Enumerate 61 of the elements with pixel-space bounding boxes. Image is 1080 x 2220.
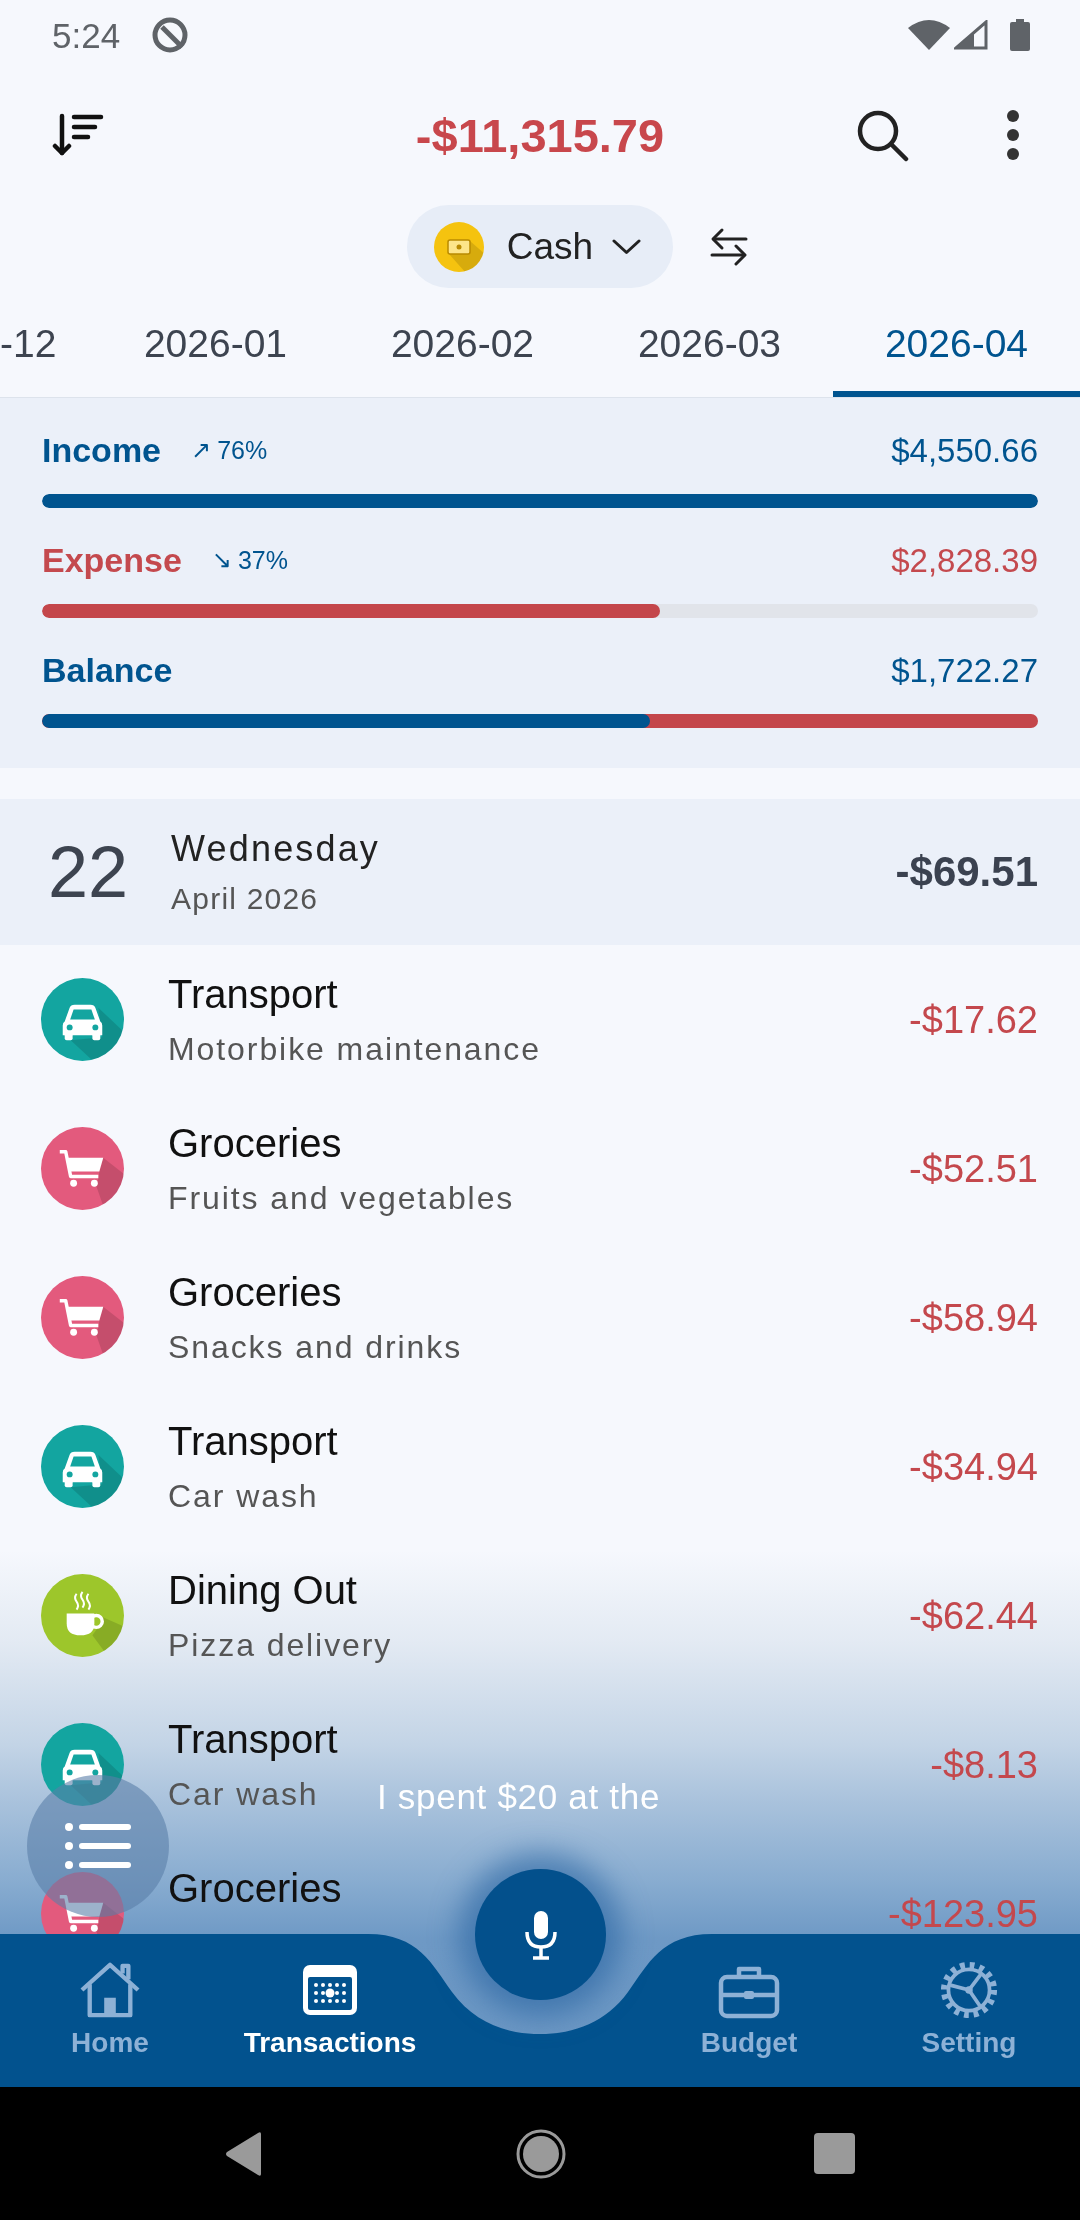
summary-amount: $2,828.39 bbox=[891, 543, 1038, 577]
wifi-icon bbox=[908, 20, 950, 50]
wallet-selector[interactable]: Cash bbox=[406, 205, 674, 288]
chevron-down-icon bbox=[612, 238, 642, 255]
search-icon[interactable] bbox=[856, 108, 909, 162]
month-tab[interactable]: -12 bbox=[0, 300, 92, 397]
summary-label: Expense bbox=[42, 543, 182, 577]
cash-icon bbox=[433, 221, 484, 272]
category-name: Groceries bbox=[168, 1120, 343, 1166]
transaction-amount: -$17.62 bbox=[909, 1000, 1038, 1039]
voice-transcript: I spent $20 at the bbox=[377, 1777, 661, 1817]
transaction-note: Pizza delivery bbox=[168, 1626, 393, 1664]
change-percent: 76% bbox=[217, 437, 268, 463]
transaction-amount: -$123.95 bbox=[888, 1894, 1038, 1933]
settings-icon bbox=[939, 1961, 999, 2019]
list-icon bbox=[65, 1823, 131, 1869]
nav-tab[interactable]: Transactions bbox=[220, 1934, 440, 2087]
total-balance: -$11,315.79 bbox=[415, 111, 665, 159]
calendar-icon bbox=[302, 1963, 358, 2017]
transaction-amount: -$34.94 bbox=[909, 1447, 1038, 1486]
transaction-amount: -$62.44 bbox=[909, 1596, 1038, 1635]
nav-tab[interactable]: Home bbox=[0, 1934, 220, 2087]
transaction-note: Car wash bbox=[168, 1775, 320, 1813]
month-year: April 2026 bbox=[171, 882, 320, 916]
weekday: Wednesday bbox=[171, 828, 380, 870]
nav-tab[interactable]: Budget bbox=[639, 1934, 859, 2087]
category-name: Groceries bbox=[168, 1269, 343, 1315]
home-button-icon[interactable] bbox=[516, 2128, 566, 2179]
transaction-amount: -$8.13 bbox=[930, 1745, 1038, 1784]
category-name: Transport bbox=[168, 1418, 338, 1464]
day-number: 22 bbox=[48, 836, 129, 908]
day-total: -$69.51 bbox=[895, 851, 1038, 893]
back-icon[interactable] bbox=[224, 2130, 263, 2177]
ban-icon bbox=[151, 16, 190, 54]
summary-amount: $4,550.66 bbox=[891, 433, 1038, 467]
category-name: Transport bbox=[168, 1716, 338, 1762]
category-name: Groceries bbox=[168, 1865, 342, 1911]
month-tab[interactable]: 2026-03 bbox=[586, 300, 833, 397]
arrow-icon: ↘ bbox=[211, 548, 232, 572]
signal-icon bbox=[954, 20, 988, 50]
change-percent: 37% bbox=[237, 547, 288, 573]
sort-icon[interactable] bbox=[52, 113, 104, 157]
transaction-amount: -$52.51 bbox=[909, 1149, 1038, 1188]
transaction-note: Car wash bbox=[168, 1477, 320, 1515]
transaction-note: Snacks and drinks bbox=[168, 1328, 463, 1366]
status-time: 5:24 bbox=[52, 17, 121, 53]
transaction-amount: -$58.94 bbox=[909, 1298, 1038, 1337]
month-tab[interactable]: 2026-01 bbox=[92, 300, 339, 397]
battery-icon bbox=[1010, 19, 1030, 51]
category-name: Dining Out bbox=[168, 1567, 358, 1613]
summary-label: Balance bbox=[42, 653, 173, 687]
more-options-icon[interactable] bbox=[1006, 109, 1020, 161]
transaction-note: Motorbike maintenance bbox=[168, 1030, 541, 1068]
month-tab[interactable]: 2026-02 bbox=[339, 300, 586, 397]
category-name: Transport bbox=[168, 971, 339, 1017]
arrow-icon: ↗ bbox=[191, 438, 212, 462]
nav-tab[interactable]: Setting bbox=[859, 1934, 1079, 2087]
microphone-icon bbox=[523, 1909, 558, 1960]
summary-amount: $1,722.27 bbox=[891, 653, 1038, 687]
summary-label: Income bbox=[42, 433, 162, 467]
transaction-note: Fruits and vegetables bbox=[168, 1179, 515, 1217]
